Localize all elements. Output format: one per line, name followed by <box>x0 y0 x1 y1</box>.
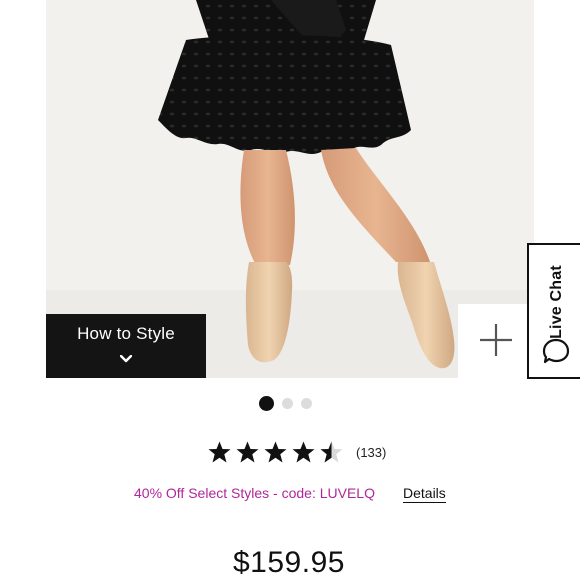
carousel-indicators <box>0 394 580 412</box>
product-rating[interactable]: (133) <box>207 439 386 465</box>
star-full-icon <box>208 441 231 463</box>
plus-icon <box>479 323 513 362</box>
star-half-icon <box>320 441 343 463</box>
promo-text: 40% Off Select Styles - code: LUVELQ <box>134 485 375 501</box>
carousel-dot-2[interactable] <box>281 397 293 409</box>
review-count[interactable]: (133) <box>356 445 386 460</box>
carousel-dot-3[interactable] <box>300 397 312 409</box>
carousel-dot-1[interactable] <box>258 395 274 411</box>
chat-bubble-icon <box>541 337 571 370</box>
star-full-icon <box>264 441 287 463</box>
details-link[interactable]: Details <box>403 485 446 503</box>
how-to-style-button[interactable]: How to Style <box>46 314 206 378</box>
product-price: $159.95 <box>233 546 345 579</box>
star-full-icon <box>236 441 259 463</box>
how-to-style-label: How to Style <box>77 324 175 343</box>
star-rating <box>207 440 344 464</box>
live-chat-label: Live Chat <box>548 265 566 339</box>
chevron-down-icon <box>119 350 133 368</box>
star-full-icon <box>292 441 315 463</box>
live-chat-button[interactable]: Live Chat <box>527 243 580 379</box>
zoom-button[interactable] <box>458 304 534 380</box>
